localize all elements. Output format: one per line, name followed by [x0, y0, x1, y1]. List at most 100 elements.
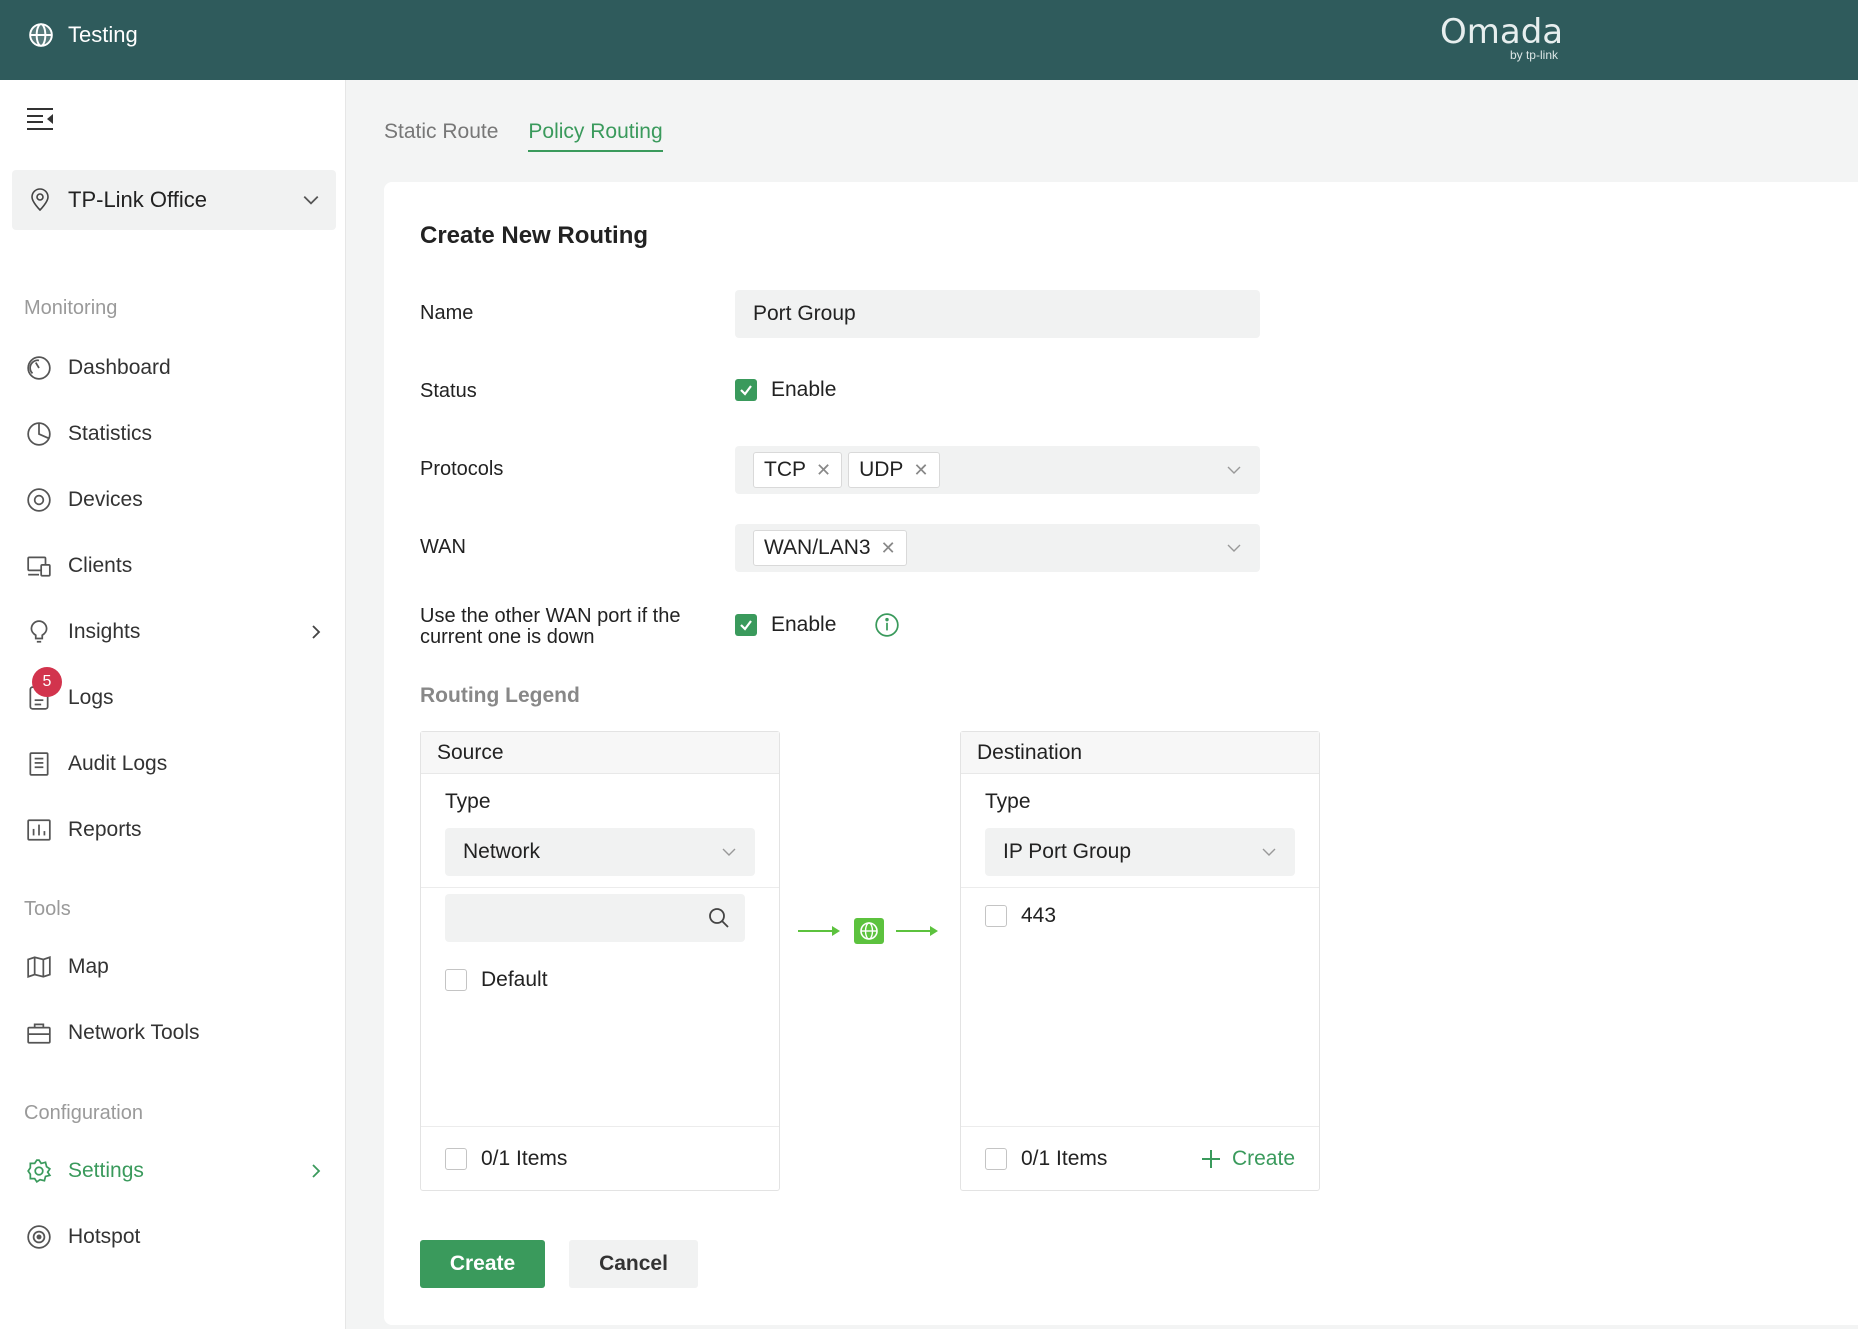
omada-logo: Omada by tp-link [1440, 12, 1564, 62]
section-tools: Tools [24, 898, 71, 920]
sidebar-item-network-tools[interactable]: Network Tools [24, 1013, 334, 1053]
select-all-checkbox[interactable] [445, 1147, 467, 1170]
create-ip-port-group-link[interactable]: Create [1200, 1147, 1295, 1171]
sidebar: TP-Link Office Monitoring Dashboard Stat… [0, 80, 346, 1329]
audit-log-icon [29, 752, 49, 776]
select-all-checkbox[interactable] [985, 1147, 1007, 1170]
routing-legend-title: Routing Legend [420, 684, 580, 707]
dashboard-icon [27, 356, 51, 380]
chevron-down-icon [1227, 544, 1241, 552]
hotspot-icon [27, 1225, 51, 1249]
toolbox-icon [27, 1023, 51, 1044]
destination-panel: Destination Type IP Port Group 443 0/1 I… [960, 731, 1320, 1191]
site-name: Testing [68, 22, 138, 47]
protocols-select[interactable]: TCP ✕ UDP ✕ [735, 446, 1260, 494]
bar-chart-icon [27, 819, 51, 841]
globe-icon [29, 23, 53, 47]
checkbox-unchecked[interactable] [445, 969, 467, 991]
lightbulb-icon [30, 620, 48, 643]
top-bar: Testing Omada by tp-link [0, 0, 1858, 80]
section-configuration: Configuration [24, 1102, 143, 1124]
source-panel-title: Source [421, 732, 779, 774]
source-type-select[interactable]: Network [445, 828, 755, 876]
source-item-count: 0/1 Items [481, 1146, 568, 1170]
source-search-input[interactable] [445, 894, 745, 942]
routing-flow-icon [798, 918, 938, 944]
clients-icon [27, 556, 51, 577]
sidebar-item-insights[interactable]: Insights [24, 612, 334, 652]
map-icon [27, 956, 51, 978]
sidebar-item-reports[interactable]: Reports [24, 810, 334, 850]
chevron-down-icon [303, 195, 319, 205]
sidebar-item-settings[interactable]: Settings [24, 1151, 334, 1191]
tab-policy-routing[interactable]: Policy Routing [528, 120, 663, 152]
chevron-right-icon [312, 1164, 321, 1178]
status-enable-label: Enable [771, 378, 837, 401]
name-label: Name [420, 302, 474, 324]
destination-panel-title: Destination [961, 732, 1319, 774]
location-pin-icon [31, 188, 49, 212]
route-tabs: Static Route Policy Routing [384, 120, 663, 152]
sidebar-item-dashboard[interactable]: Dashboard [24, 348, 334, 388]
chevron-down-icon [722, 848, 736, 856]
destination-item-count: 0/1 Items [1021, 1146, 1108, 1170]
tab-static-route[interactable]: Static Route [384, 120, 498, 152]
sidebar-item-map[interactable]: Map [24, 947, 334, 987]
checkmark-icon [740, 620, 752, 631]
gear-icon [27, 1159, 52, 1184]
info-icon[interactable] [874, 612, 900, 638]
wan-select[interactable]: WAN/LAN3 ✕ [735, 524, 1260, 572]
list-item[interactable]: Default [445, 968, 548, 992]
status-enable-checkbox[interactable]: Enable [735, 378, 836, 402]
source-panel-footer: 0/1 Items [421, 1126, 779, 1190]
name-input-value: Port Group [753, 302, 856, 325]
protocol-chip-tcp: TCP ✕ [753, 452, 843, 488]
create-button[interactable]: Create [420, 1240, 545, 1288]
protocols-label: Protocols [420, 458, 504, 480]
plus-icon [1201, 1149, 1220, 1168]
destination-type-label: Type [985, 790, 1031, 813]
chevron-down-icon [1262, 848, 1276, 856]
destination-panel-footer: 0/1 Items Create [961, 1126, 1319, 1190]
wan-chip: WAN/LAN3 ✕ [753, 530, 907, 566]
sidebar-item-audit-logs[interactable]: Audit Logs [24, 744, 334, 784]
remove-icon[interactable]: ✕ [881, 538, 896, 559]
divider [421, 887, 779, 888]
protocol-chip-udp: UDP ✕ [848, 452, 940, 488]
remove-icon[interactable]: ✕ [913, 460, 928, 481]
sidebar-item-logs[interactable]: 5 Logs [24, 667, 334, 718]
failover-enable-label: Enable [771, 613, 837, 636]
site-selector[interactable]: TP-Link Office [12, 170, 336, 230]
page-title: Create New Routing [420, 222, 649, 249]
site-indicator[interactable]: Testing [28, 22, 138, 48]
checkbox-checked[interactable] [735, 614, 757, 636]
source-type-label: Type [445, 790, 491, 813]
checkbox-unchecked[interactable] [985, 905, 1007, 927]
failover-label: Use the other WAN port if the current on… [420, 605, 681, 648]
checkmark-icon [740, 385, 752, 396]
sidebar-item-statistics[interactable]: Statistics [24, 414, 334, 454]
checkbox-checked[interactable] [735, 379, 757, 401]
site-selector-label: TP-Link Office [68, 187, 207, 212]
status-label: Status [420, 380, 477, 402]
collapse-menu-icon[interactable] [26, 106, 54, 132]
create-routing-card: Create New Routing Name Port Group Statu… [384, 182, 1858, 1325]
section-monitoring: Monitoring [24, 297, 118, 319]
sidebar-item-hotspot[interactable]: Hotspot [24, 1217, 334, 1257]
failover-enable-checkbox[interactable]: Enable [735, 612, 900, 638]
chevron-down-icon [1227, 466, 1241, 474]
source-panel: Source Type Network Default 0/1 Items [420, 731, 780, 1191]
destination-type-select[interactable]: IP Port Group [985, 828, 1295, 876]
cancel-button[interactable]: Cancel [569, 1240, 698, 1288]
search-icon[interactable] [707, 906, 731, 930]
sidebar-item-clients[interactable]: Clients [24, 546, 334, 586]
divider [961, 887, 1319, 888]
logs-count-badge: 5 [32, 667, 62, 697]
list-item[interactable]: 443 [985, 904, 1056, 928]
chevron-right-icon [312, 625, 321, 639]
sidebar-item-devices[interactable]: Devices [24, 480, 334, 520]
devices-icon [27, 488, 51, 512]
wan-label: WAN [420, 536, 466, 558]
name-input[interactable]: Port Group [735, 290, 1260, 338]
remove-icon[interactable]: ✕ [816, 460, 831, 481]
